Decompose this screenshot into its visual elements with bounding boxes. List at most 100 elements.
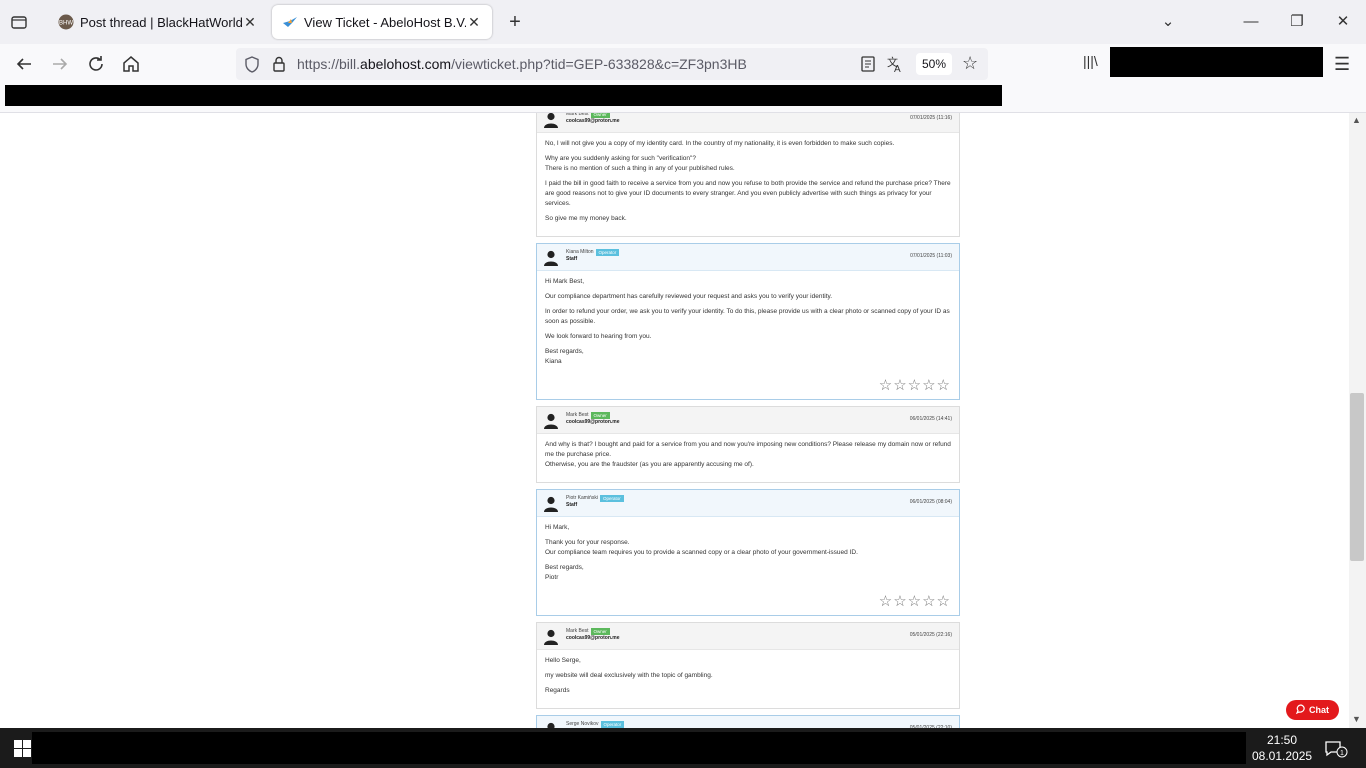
navigation-bar: https://bill.abelohost.com/viewticket.ph…: [0, 44, 1366, 84]
minimize-icon[interactable]: —: [1240, 11, 1262, 33]
new-tab-icon[interactable]: +: [504, 11, 526, 33]
ticket-reply: Kiana Milton Operator Staff 07/01/2025 (11:…: [536, 243, 960, 400]
tab-title: View Ticket - AbeloHost B.V.: [304, 14, 466, 30]
library-icon[interactable]: |||\: [1083, 53, 1098, 69]
url-domain: abelohost.com: [360, 56, 452, 72]
reply-body: Hello Serge, my website will deal exclusi…: [537, 650, 959, 708]
redacted-bookmarks: [5, 85, 1002, 106]
reply-paragraph: Hello Serge,: [545, 657, 581, 664]
reply-header: Serge NovikovOperatorStaff05/01/2025 (22…: [537, 716, 959, 728]
translate-icon[interactable]: 文A: [886, 55, 904, 77]
tracking-shield-icon[interactable]: [244, 56, 260, 78]
reply-paragraph: Best regards, Piotr: [545, 564, 584, 581]
menu-icon[interactable]: ☰: [1334, 54, 1350, 75]
author-subtitle: coolcas99@proton.me: [566, 635, 620, 641]
clock-time: 21:50: [1266, 733, 1298, 747]
chat-button[interactable]: Chat: [1286, 700, 1339, 720]
chevron-down-icon[interactable]: ⌄: [1157, 11, 1179, 33]
back-icon[interactable]: [13, 53, 35, 75]
ticket-reply: Serge NovikovOperatorStaff05/01/2025 (22…: [536, 715, 960, 728]
windows-start-icon[interactable]: [14, 740, 31, 757]
scroll-down-icon[interactable]: ▼: [1352, 714, 1361, 724]
reply-body: Hi Mark Best, Our compliance department h…: [537, 271, 959, 379]
user-avatar-icon: [544, 496, 558, 512]
tab-view-ticket[interactable]: View Ticket - AbeloHost B.V. ✕: [272, 5, 492, 39]
scroll-up-icon[interactable]: ▲: [1352, 115, 1361, 125]
reply-paragraph: Hi Mark Best,: [545, 278, 585, 285]
tab-blackhatworld[interactable]: BHW Post thread | BlackHatWorld ✕: [48, 5, 268, 39]
reply-paragraph: Our compliance department has carefully …: [545, 293, 833, 300]
star-rating[interactable]: ☆☆☆☆☆: [537, 594, 959, 615]
reply-author: Piotr Kamiński Operator Staff: [566, 495, 624, 509]
author-subtitle: Staff: [566, 502, 578, 508]
reply-paragraph: Thank you for your response. Our complia…: [545, 539, 858, 556]
reload-icon[interactable]: [85, 53, 107, 75]
home-icon[interactable]: [120, 53, 142, 75]
page-viewport: Mark Best Owner coolcas99@proton.me 07/01/2…: [0, 113, 1349, 728]
reply-author: Mark Best Owner coolcas99@proton.me: [566, 412, 620, 426]
taskbar: 21:50 08.01.2025 1: [0, 728, 1366, 768]
reply-paragraph: Best regards, Kiana: [545, 348, 584, 365]
reply-header: Kiana Milton Operator Staff 07/01/2025 (11:…: [537, 244, 959, 271]
role-badge: Operator: [599, 495, 624, 502]
svg-text:A: A: [894, 64, 901, 73]
author-subtitle: Staff: [566, 256, 578, 262]
reader-view-icon[interactable]: [860, 55, 876, 78]
notification-icon[interactable]: 1: [1324, 740, 1348, 758]
reply-date: 07/01/2025 (11:16): [910, 115, 952, 121]
reply-header: Mark Best Owner coolcas99@proton.me 06/01/2…: [537, 407, 959, 434]
reply-paragraph: No, I will not give you a copy of my ide…: [545, 140, 895, 147]
ticket-reply: Piotr Kamiński Operator Staff 06/01/2025 (0…: [536, 489, 960, 616]
lock-icon[interactable]: [272, 55, 286, 78]
author-name: Mark Best: [566, 628, 589, 634]
role-badge: Owner: [590, 628, 610, 635]
address-bar[interactable]: https://bill.abelohost.com/viewticket.ph…: [236, 48, 988, 80]
close-icon[interactable]: ✕: [466, 14, 482, 30]
reply-header: Mark Best Owner coolcas99@proton.me 07/01/2…: [537, 113, 959, 133]
author-name: Mark Best: [566, 412, 589, 418]
clock-date: 08.01.2025: [1252, 749, 1313, 763]
user-avatar-icon: [544, 413, 558, 429]
chat-label: Chat: [1309, 705, 1329, 715]
reply-header: Piotr Kamiński Operator Staff 06/01/2025 (0…: [537, 490, 959, 517]
author-name: Piotr Kamiński: [566, 495, 598, 501]
reply-paragraph: So give me my money back.: [545, 215, 627, 222]
reply-paragraph: And why is that? I bought and paid for a…: [545, 441, 951, 468]
zoom-level-button[interactable]: 50%: [916, 53, 952, 75]
tab-list-icon[interactable]: [8, 11, 30, 33]
reply-paragraph: Why are you suddenly asking for such "ve…: [545, 155, 735, 172]
reply-author: Kiana Milton Operator Staff: [566, 249, 620, 263]
author-name: Mark Best: [566, 113, 589, 117]
restore-icon[interactable]: ❐: [1286, 11, 1308, 33]
reply-date: 06/01/2025 (08:04): [909, 499, 952, 505]
system-clock[interactable]: 21:50 08.01.2025: [1252, 732, 1312, 764]
url-prefix: https://bill.: [297, 56, 361, 72]
star-rating[interactable]: ☆☆☆☆☆: [537, 378, 959, 399]
scrollbar-thumb[interactable]: [1350, 393, 1364, 561]
user-avatar-icon: [544, 629, 558, 645]
redacted-toolbar-area: [1110, 47, 1323, 77]
role-badge: Operator: [600, 721, 625, 728]
user-avatar-icon: [544, 113, 558, 128]
author-subtitle: coolcas99@proton.me: [566, 419, 620, 425]
reply-body: Hi Mark, Thank you for your response. Our…: [537, 517, 959, 595]
reply-date: 05/01/2025 (22:16): [909, 632, 952, 638]
forward-icon[interactable]: [49, 53, 71, 75]
redacted-taskbar-apps: [32, 732, 1246, 764]
close-icon[interactable]: ✕: [242, 14, 258, 30]
user-avatar-icon: [544, 250, 558, 266]
reply-body: And why is that? I bought and paid for a…: [537, 434, 959, 482]
author-subtitle: coolcas99@proton.me: [566, 118, 620, 124]
author-name: Serge Novikov: [566, 721, 599, 727]
reply-paragraph: Hi Mark,: [545, 524, 570, 531]
ticket-reply: Mark Best Owner coolcas99@proton.me 07/01/2…: [536, 113, 960, 237]
reply-author: Serge NovikovOperatorStaff: [566, 721, 625, 728]
url-text[interactable]: https://bill.abelohost.com/viewticket.ph…: [297, 56, 747, 72]
reply-author: Mark Best Owner coolcas99@proton.me: [566, 628, 620, 642]
abelohost-bird-icon: [282, 14, 298, 30]
reply-paragraph: Regards: [545, 687, 570, 694]
tab-title: Post thread | BlackHatWorld: [80, 14, 242, 30]
bookmark-star-icon[interactable]: ☆: [962, 53, 978, 74]
reply-header: Mark Best Owner coolcas99@proton.me 05/01/2…: [537, 623, 959, 650]
window-close-icon[interactable]: ✕: [1332, 11, 1354, 33]
